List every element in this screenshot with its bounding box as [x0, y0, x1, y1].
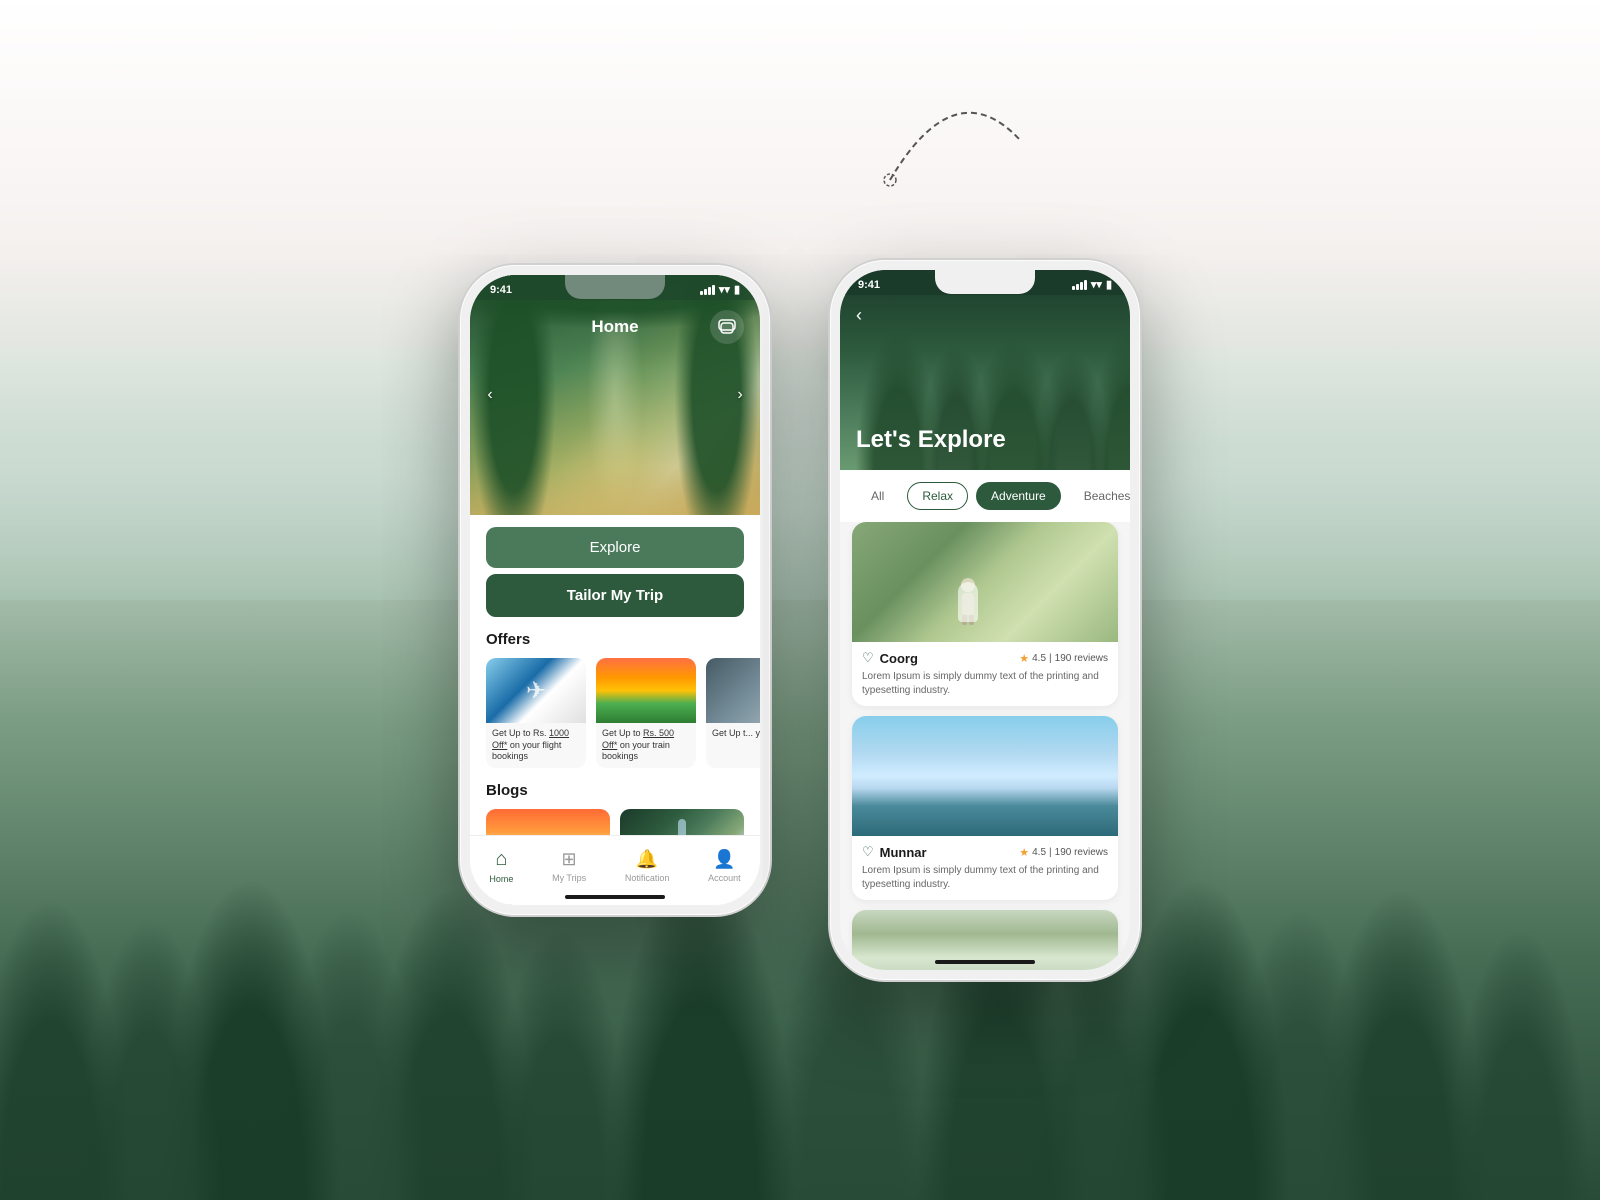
- phones-container: 9:41 ▾▾ ▮: [0, 0, 1600, 1200]
- dest-image-munnar: [852, 716, 1118, 836]
- filter-tabs: All Relax Adventure Beaches Treaking: [840, 470, 1130, 522]
- dest-image-coorg: [852, 522, 1118, 642]
- offer-text-2: Get Up t... your hot...: [706, 723, 760, 745]
- tailor-my-trip-button[interactable]: Tailor My Trip: [486, 574, 744, 617]
- star-icon-coorg: ★: [1019, 652, 1029, 665]
- offer-text-1: Get Up to Rs. 500 Off* on your train boo…: [596, 723, 696, 768]
- nav-label-home: Home: [489, 874, 513, 884]
- dest-desc-munnar: Lorem Ipsum is simply dummy text of the …: [862, 864, 1108, 892]
- home-indicator-p1: [565, 895, 665, 899]
- explore-button[interactable]: Explore: [486, 527, 744, 568]
- phone-1-screen: 9:41 ▾▾ ▮: [470, 275, 760, 905]
- phone-2-notch: [935, 270, 1035, 294]
- nav-label-mytrips: My Trips: [552, 873, 586, 883]
- wifi-icon-p1: ▾▾: [719, 283, 730, 296]
- dest-name-munnar: Munnar: [880, 845, 927, 860]
- dest-rating-munnar: ★ 4.5 | 190 reviews: [1019, 846, 1108, 859]
- phone-2-screen: 9:41 ▾▾ ▮ ‹ Let's Exp: [840, 270, 1130, 970]
- nav-label-notification: Notification: [625, 873, 670, 883]
- phone-2: 9:41 ▾▾ ▮ ‹ Let's Exp: [830, 260, 1140, 980]
- home-icon: ⌂: [495, 848, 507, 871]
- dest-card-munnar: ♡ Munnar ★ 4.5 | 190 reviews Lorem Ipsum…: [852, 716, 1118, 900]
- dest-rating-coorg: ★ 4.5 | 190 reviews: [1019, 652, 1108, 665]
- notification-icon: 🔔: [636, 849, 658, 870]
- dest-card-coorg: ♡ Coorg ★ 4.5 | 190 reviews Lorem Ipsum …: [852, 522, 1118, 706]
- carousel-right-arrow[interactable]: ›: [728, 383, 752, 407]
- rating-value-coorg: 4.5: [1032, 653, 1046, 664]
- nav-item-account[interactable]: 👤 Account: [708, 849, 741, 883]
- reviews-coorg: 190 reviews: [1055, 653, 1108, 664]
- heart-icon-munnar: ♡: [862, 844, 874, 860]
- chat-icon[interactable]: [710, 310, 744, 344]
- home-indicator-p2: [935, 960, 1035, 964]
- rating-value-munnar: 4.5: [1032, 847, 1046, 858]
- heart-icon-coorg: ♡: [862, 650, 874, 666]
- status-bar-phone1: 9:41 ▾▾ ▮: [470, 275, 760, 300]
- nav-label-account: Account: [708, 873, 741, 883]
- offers-title: Offers: [470, 631, 760, 658]
- account-icon: 👤: [713, 849, 735, 870]
- offer-image-hotel: [706, 658, 760, 723]
- rating-sep-coorg: |: [1049, 653, 1052, 664]
- filter-tab-beaches[interactable]: Beaches: [1069, 482, 1130, 510]
- hero-title: Home: [520, 317, 710, 337]
- phone-1: 9:41 ▾▾ ▮: [460, 265, 770, 915]
- filter-tab-all[interactable]: All: [856, 482, 899, 510]
- nav-item-home[interactable]: ⌂ Home: [489, 848, 513, 884]
- back-button[interactable]: ‹: [856, 305, 862, 326]
- phone2-hero: 9:41 ▾▾ ▮ ‹ Let's Exp: [840, 270, 1130, 470]
- dest-info-coorg: ♡ Coorg ★ 4.5 | 190 reviews Lorem Ipsum …: [852, 642, 1118, 706]
- offer-card-2: Get Up t... your hot...: [706, 658, 760, 768]
- dashed-arrow: [880, 80, 1030, 200]
- offer-text-0: Get Up to Rs. 1000 Off* on your flight b…: [486, 723, 586, 768]
- dest-info-munnar: ♡ Munnar ★ 4.5 | 190 reviews Lorem Ipsum…: [852, 836, 1118, 900]
- nav-item-notification[interactable]: 🔔 Notification: [625, 849, 670, 883]
- signal-icon-p1: [700, 285, 715, 295]
- offer-card-1: Get Up to Rs. 500 Off* on your train boo…: [596, 658, 696, 768]
- offer-image-flight: [486, 658, 586, 723]
- hero-section: 9:41 ▾▾ ▮: [470, 275, 760, 515]
- mytrips-icon: ⊞: [562, 849, 577, 870]
- filter-tab-adventure[interactable]: Adventure: [976, 482, 1061, 510]
- reviews-munnar: 190 reviews: [1055, 847, 1108, 858]
- star-icon-munnar: ★: [1019, 846, 1029, 859]
- status-time-p1: 9:41: [490, 284, 512, 296]
- dest-desc-coorg: Lorem Ipsum is simply dummy text of the …: [862, 670, 1108, 698]
- destination-list: ♡ Coorg ★ 4.5 | 190 reviews Lorem Ipsum …: [840, 522, 1130, 970]
- offer-image-sunset: [596, 658, 696, 723]
- offers-scroll: Get Up to Rs. 1000 Off* on your flight b…: [470, 658, 760, 782]
- status-icons-p1: ▾▾ ▮: [700, 283, 740, 296]
- battery-icon-p1: ▮: [734, 283, 740, 296]
- bottom-nav: ⌂ Home ⊞ My Trips 🔔 Notification 👤 Accou…: [470, 835, 760, 905]
- offer-card-0: Get Up to Rs. 1000 Off* on your flight b…: [486, 658, 586, 768]
- carousel-left-arrow[interactable]: ‹: [478, 383, 502, 407]
- nav-item-mytrips[interactable]: ⊞ My Trips: [552, 849, 586, 883]
- explore-page-title: Let's Explore: [856, 426, 1006, 454]
- blogs-title: Blogs: [470, 782, 760, 809]
- filter-tab-relax[interactable]: Relax: [907, 482, 968, 510]
- dest-name-coorg: Coorg: [880, 651, 918, 666]
